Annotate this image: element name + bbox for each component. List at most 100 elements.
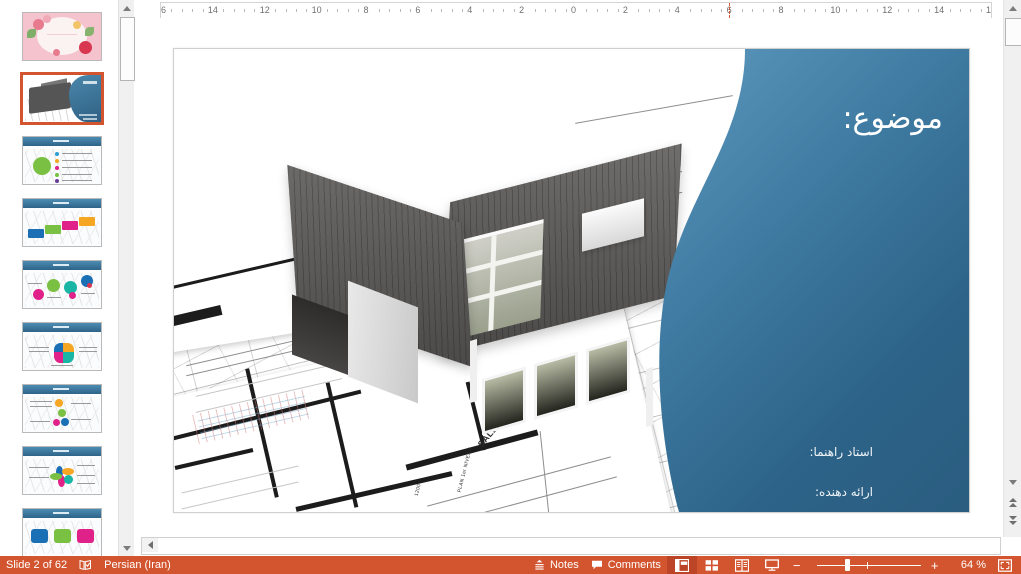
ruler-tick [203, 9, 204, 12]
zoom-slider[interactable] [813, 556, 925, 574]
ruler-tick [825, 9, 826, 12]
notes-button[interactable]: Notes [528, 556, 585, 574]
ruler-tick [358, 9, 359, 12]
thumbnail-slide-7[interactable]: 7 ★ [0, 384, 118, 446]
thumbnail-image[interactable] [22, 446, 102, 495]
ruler-tick [379, 9, 380, 12]
ruler-tick [752, 9, 753, 12]
thumbnail-slide-1[interactable]: 1 [0, 12, 118, 74]
slide-sorter-view-button[interactable] [697, 556, 727, 574]
ruler-tick [659, 9, 660, 12]
triangle-left-icon [148, 541, 153, 549]
slide-presenter-text[interactable]: ارائه دهنده: [653, 485, 873, 499]
slide-vertical-scrollbar[interactable] [1003, 0, 1021, 537]
ruler-label: 2 [623, 6, 628, 15]
thumbnail-slide-8[interactable]: 8 ★ [0, 446, 118, 508]
fit-to-window-button[interactable] [992, 556, 1021, 574]
thumbnail-image[interactable] [20, 72, 104, 125]
thumbnail-slide-2[interactable]: 2 [0, 74, 118, 136]
ruler-tick [296, 9, 297, 12]
reading-view-button[interactable] [727, 556, 757, 574]
ruler-tick [960, 9, 961, 12]
ruler-tick [431, 9, 432, 12]
scroll-down-button[interactable] [1004, 474, 1021, 491]
thumbnail-pane-scrollbar[interactable] [118, 0, 134, 556]
ruler-tick [867, 9, 868, 12]
slide-art-pink-floral [23, 13, 101, 60]
ruler-label: 10 [830, 6, 840, 15]
ruler-tick [514, 9, 515, 12]
ruler-tick [503, 9, 504, 12]
slide-art-pinwheel-infographic [23, 323, 101, 370]
thumbnail-image[interactable] [22, 260, 102, 309]
ruler-tick [400, 9, 401, 12]
ruler-tick [389, 9, 390, 12]
ruler-tick [410, 9, 411, 12]
thumbnail-scroll-down-button[interactable] [119, 540, 134, 556]
scroll-left-button[interactable] [142, 538, 158, 552]
scroll-thumb[interactable] [1005, 18, 1021, 46]
slide-horizontal-scrollbar[interactable] [141, 537, 1001, 555]
triangle-down-icon [123, 546, 131, 551]
thumbnail-image[interactable] [22, 322, 102, 371]
ruler-tick [327, 9, 328, 12]
ruler-label: 0 [571, 6, 576, 15]
slide-art-title-architecture [23, 75, 101, 122]
ruler-label: 4 [467, 6, 472, 15]
thumbnail-image[interactable] [22, 384, 102, 433]
ruler-tick [649, 9, 650, 12]
ruler-tick [918, 9, 919, 12]
ruler-tick [773, 9, 774, 12]
next-slide-button[interactable] [1004, 512, 1021, 528]
thumbnail-slide-5[interactable]: 5 ★ [0, 260, 118, 322]
slide-counter[interactable]: Slide 2 of 62 [0, 556, 73, 574]
thumbnail-scroll-up-button[interactable] [119, 0, 134, 16]
scroll-up-button[interactable] [1004, 0, 1021, 17]
ruler-tick [171, 9, 172, 12]
ruler-tick [244, 9, 245, 12]
triangle-up-icon [123, 6, 131, 11]
thumbnail-slide-6[interactable]: 6 ★ [0, 322, 118, 384]
ruler-tick [804, 9, 805, 12]
slide-show-view-button[interactable] [757, 556, 787, 574]
horizontal-ruler[interactable]: 1614121086420246810121416 [160, 2, 992, 19]
ruler-tick [586, 9, 587, 12]
zoom-slider-thumb[interactable] [845, 559, 850, 571]
thumbnail-scroll-thumb[interactable] [120, 17, 135, 81]
slide-thumbnail-pane[interactable]: 1 2 [0, 0, 118, 556]
zoom-out-button[interactable]: − [787, 556, 813, 574]
comments-button[interactable]: Comments [585, 556, 667, 574]
thumbnail-slide-4[interactable]: 4 ★ [0, 198, 118, 260]
thumbnail-image[interactable] [22, 508, 102, 556]
ruler-tick [669, 9, 670, 12]
thumbnail-image[interactable] [22, 136, 102, 185]
ruler-tick [223, 9, 224, 12]
ruler-tick [441, 9, 442, 12]
ruler-tick [898, 9, 899, 12]
thumbnail-slide-3[interactable]: 3 ★ [0, 136, 118, 198]
normal-view-button[interactable] [667, 556, 697, 574]
ruler-label: 4 [675, 6, 680, 15]
double-down-icon [1009, 516, 1017, 520]
slide-title-text[interactable]: موضوع: [703, 101, 943, 137]
powerpoint-window: 1 2 [0, 0, 1021, 574]
thumbnail-slide-9[interactable]: 9 ★ [0, 508, 118, 556]
slide-art-flower-petals-infographic [23, 447, 101, 494]
previous-slide-button[interactable] [1004, 494, 1021, 510]
zoom-slider-track [817, 565, 921, 566]
proofing-icon[interactable] [73, 556, 98, 574]
slide-editing-canvas[interactable]: SALLE PLAN 1er NIVEAU 1200 5000 1600 450 [135, 18, 995, 537]
zoom-in-button[interactable]: + [925, 556, 951, 574]
language-indicator[interactable]: Persian (Iran) [98, 556, 177, 574]
current-slide[interactable]: SALLE PLAN 1er NIVEAU 1200 5000 1600 450 [173, 48, 970, 513]
comment-bubble-icon [591, 559, 603, 571]
ruler-tick [306, 9, 307, 12]
ruler-tick [711, 9, 712, 12]
ruler-tick [182, 9, 183, 12]
thumbnail-image[interactable] [22, 12, 102, 61]
zoom-level-label[interactable]: 64 % [951, 556, 992, 574]
ruler-tick [545, 9, 546, 12]
ruler-tick [721, 9, 722, 12]
slide-advisor-text[interactable]: استاد راهنما: [653, 445, 873, 459]
thumbnail-image[interactable] [22, 198, 102, 247]
